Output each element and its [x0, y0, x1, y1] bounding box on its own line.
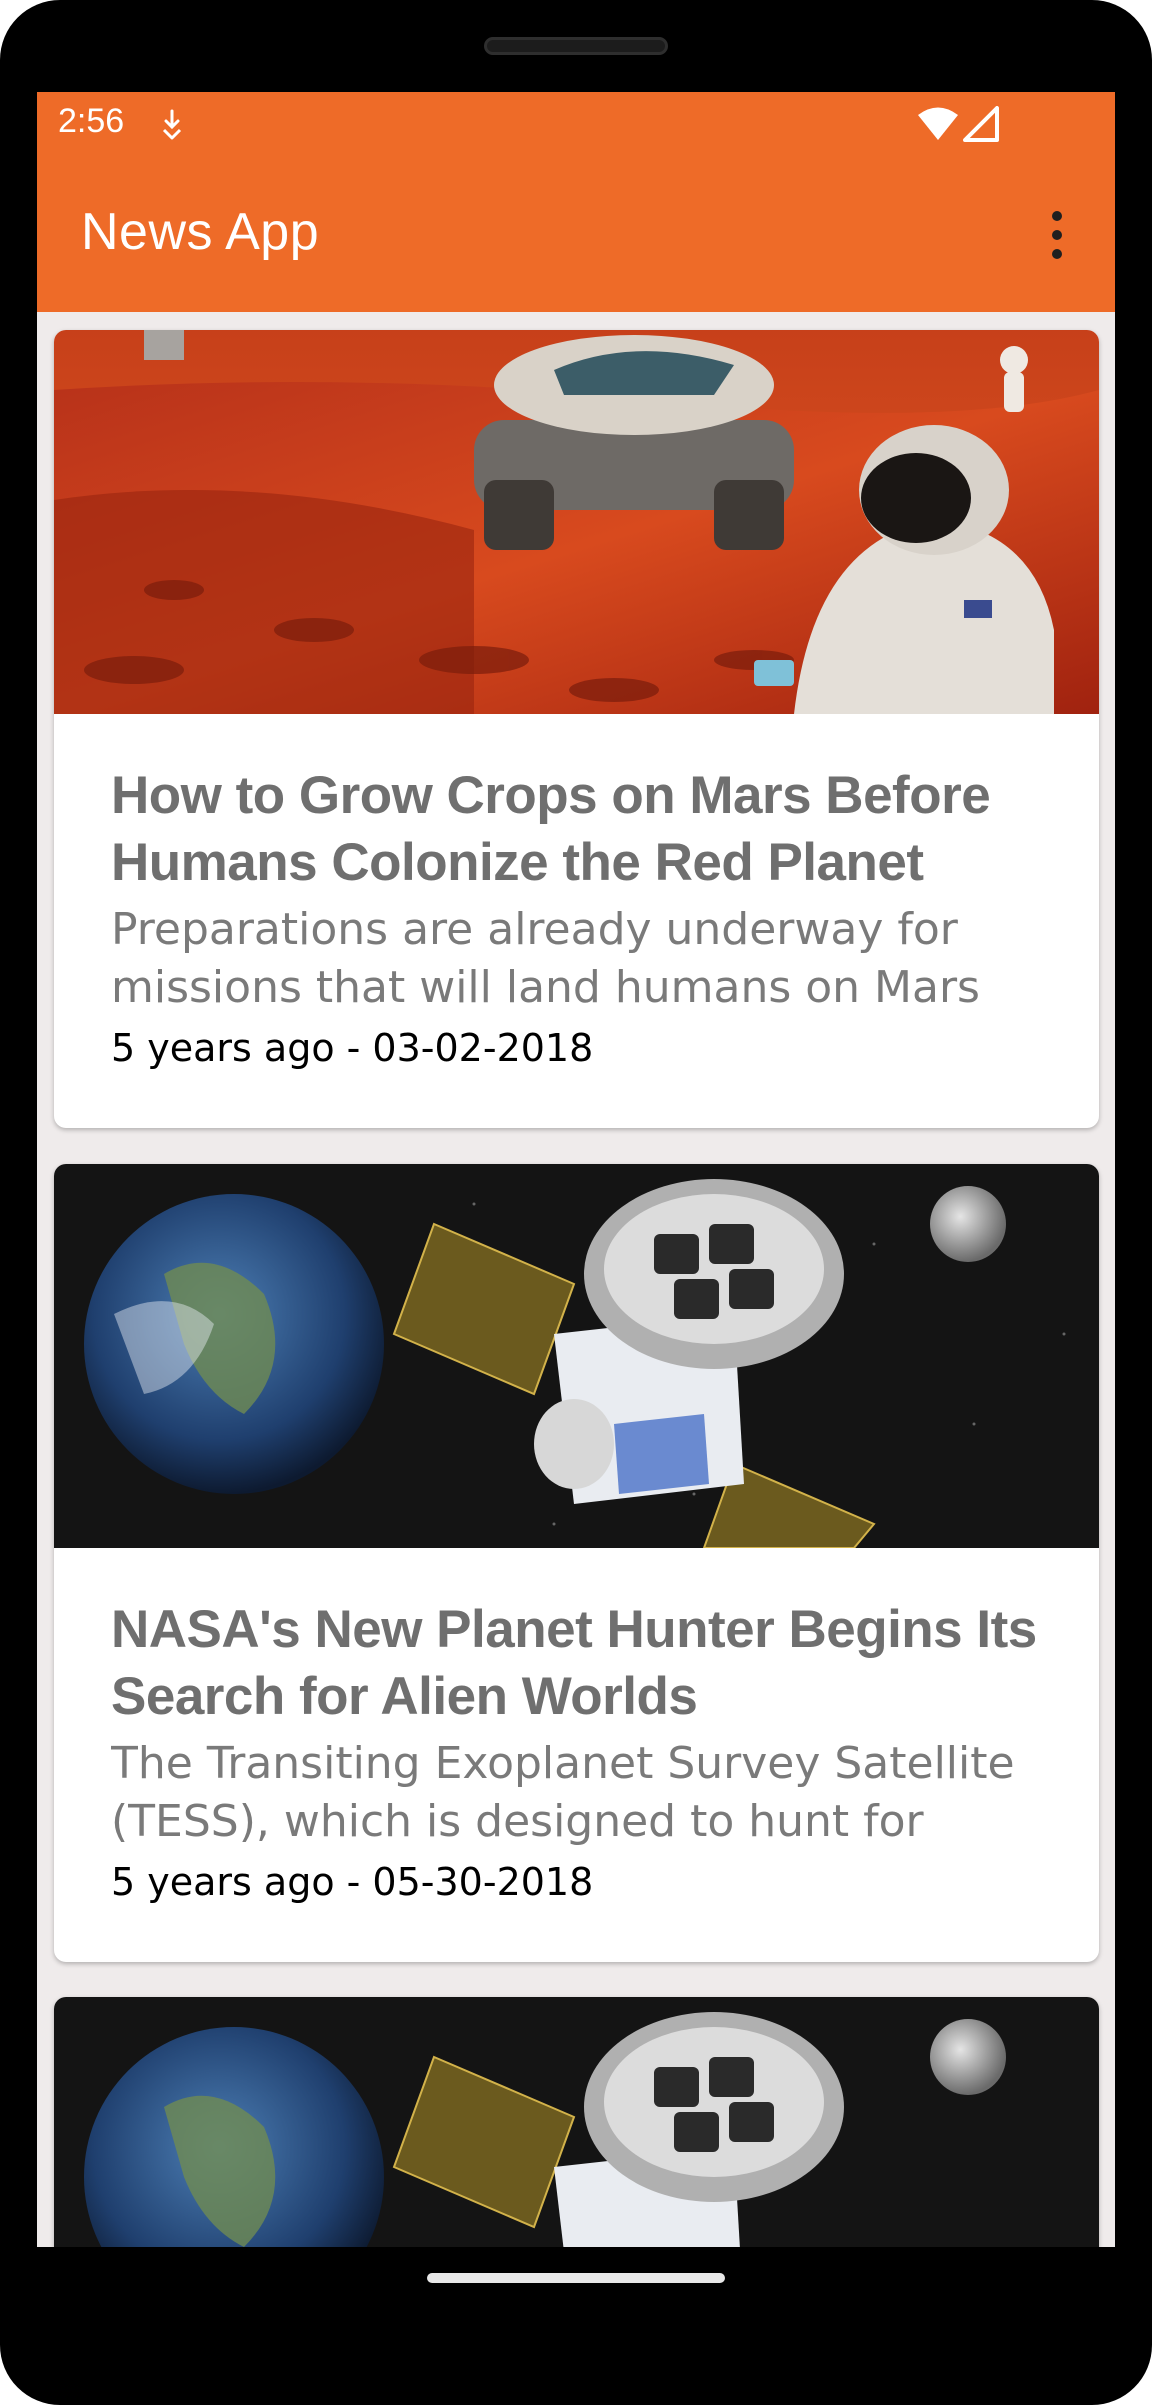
- article-date: 5 years ago - 03-02-2018: [111, 1026, 594, 1070]
- mars-astronauts-image: [54, 330, 1099, 714]
- phone-frame: 2:56 News App How to Grow Crops on Mars …: [0, 0, 1152, 2405]
- article-card[interactable]: How to Grow Crops on Mars Before Humans …: [54, 330, 1099, 1128]
- article-description: The Transiting Exoplanet Survey Satellit…: [111, 1738, 1015, 1847]
- article-description: Preparations are already underway for mi…: [111, 904, 980, 1013]
- download-icon: [157, 108, 187, 142]
- app-title: News App: [81, 203, 320, 261]
- wifi-icon: [917, 106, 959, 146]
- article-card[interactable]: NASA's New Planet Hunter Begins Its Sear…: [54, 1164, 1099, 1962]
- earpiece-speaker: [484, 37, 668, 55]
- home-gesture-bar[interactable]: [427, 2273, 725, 2283]
- status-bar: 2:56: [37, 92, 1115, 158]
- signal-icon: [963, 106, 999, 146]
- article-title: NASA's New Planet Hunter Begins Its Sear…: [111, 1600, 1037, 1726]
- article-title: How to Grow Crops on Mars Before Humans …: [111, 766, 991, 892]
- overflow-menu-icon[interactable]: [1037, 200, 1077, 270]
- tess-satellite-image: [54, 1997, 1099, 2247]
- app-toolbar: News App: [37, 158, 1115, 312]
- tess-satellite-image: [54, 1164, 1099, 1548]
- article-card[interactable]: [54, 1997, 1099, 2247]
- status-time: 2:56: [58, 102, 125, 140]
- article-date: 5 years ago - 05-30-2018: [111, 1860, 594, 1904]
- screen: 2:56 News App How to Grow Crops on Mars …: [37, 92, 1115, 2247]
